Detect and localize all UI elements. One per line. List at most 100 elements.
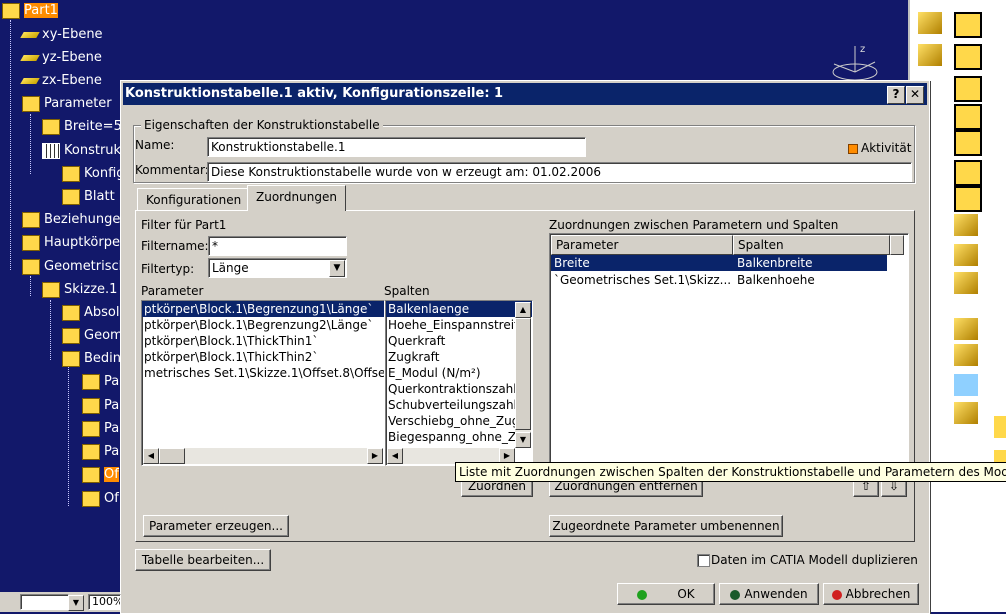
tree-item-geometric-set[interactable]: Geometrisch: [22, 257, 127, 277]
parameter-icon: [22, 95, 40, 112]
cancel-button[interactable]: Abbrechen: [823, 583, 919, 605]
split-icon[interactable]: [954, 374, 978, 396]
tree-item-sheet[interactable]: Blatt .: [62, 187, 123, 207]
tree-item-constraints[interactable]: Bedin: [62, 349, 121, 369]
rib-icon[interactable]: [954, 104, 982, 130]
list-item[interactable]: ptkörper\Block.1\ThickThin1`: [142, 333, 384, 349]
tree-item-breite[interactable]: Breite=5: [42, 117, 122, 137]
active-checkbox[interactable]: [848, 144, 858, 154]
columns-list[interactable]: Balkenlaenge Hoehe_Einspannstreife Querk…: [385, 300, 533, 466]
tree-item-constraint-2[interactable]: Pa: [82, 396, 119, 416]
tree-item-absolute-axis[interactable]: Absol: [62, 303, 119, 323]
viewport-3d[interactable]: z: [130, 0, 908, 81]
filtername-input[interactable]: *: [208, 236, 347, 256]
create-parameters-button[interactable]: Parameter erzeugen...: [143, 515, 289, 537]
constraint-icon: [82, 443, 100, 460]
list-item[interactable]: Hoehe_Einspannstreife: [386, 317, 532, 333]
shaft-icon[interactable]: [918, 44, 942, 66]
table-row[interactable]: `Geometrisches Set.1\Skizz... Balkenhoeh…: [551, 272, 887, 288]
close-button[interactable]: ✕: [906, 86, 924, 104]
tree-item-geometry[interactable]: Geom: [62, 326, 123, 346]
tree-item-config[interactable]: Konfig: [62, 164, 125, 184]
edit-table-button[interactable]: Tabelle bearbeiten...: [135, 549, 271, 571]
scroll-right-icon[interactable]: ▶: [367, 448, 383, 464]
tab-assignments[interactable]: Zuordnungen: [247, 185, 346, 211]
extra-tool-icon[interactable]: [994, 416, 1006, 438]
table-row[interactable]: Breite Balkenbreite: [551, 255, 887, 271]
rename-parameters-button[interactable]: Zugeordnete Parameter umbenennen: [549, 515, 783, 537]
scroll-thumb[interactable]: [159, 448, 185, 464]
duplicate-data-checkbox[interactable]: [697, 554, 710, 567]
assignments-heading: Zuordnungen zwischen Parametern und Spal…: [549, 218, 839, 232]
tree-item-main-body[interactable]: Hauptkörpe: [22, 233, 120, 253]
compass-icon[interactable]: z: [820, 40, 890, 85]
list-item[interactable]: ptkörper\Block.1\Begrenzung2\Länge`: [142, 317, 384, 333]
list-item[interactable]: ptkörper\Block.1\ThickThin2`: [142, 349, 384, 365]
tree-item-part1[interactable]: Part1: [2, 1, 58, 21]
list-item[interactable]: Zugkraft: [386, 349, 532, 365]
tree-item-sketch[interactable]: Skizze.1: [42, 280, 117, 300]
tree-item-xy-plane[interactable]: xy-Ebene: [20, 25, 103, 45]
comment-field[interactable]: Diese Konstruktionstabelle wurde von w e…: [207, 162, 912, 182]
scroll-down-icon[interactable]: ▼: [515, 432, 531, 448]
column-header-columns[interactable]: Spalten: [733, 235, 890, 255]
stiffener-icon[interactable]: [954, 160, 982, 186]
tree-item-constraint-1[interactable]: Pa: [82, 372, 119, 392]
list-item[interactable]: Verschiebg_ohne_Zug: [386, 413, 532, 429]
tree-item-design-table[interactable]: Konstruk: [42, 141, 121, 161]
layer-select[interactable]: [20, 594, 69, 610]
list-item[interactable]: ptkörper\Block.1\Begrenzung1\Länge`: [142, 301, 384, 317]
apply-button[interactable]: Anwenden: [719, 583, 819, 605]
dialog-titlebar[interactable]: Konstruktionstabelle.1 aktiv, Konfigurat…: [123, 83, 927, 105]
fillet-icon[interactable]: [954, 214, 978, 236]
zoom-field[interactable]: 100%: [88, 594, 121, 610]
scroll-left-icon[interactable]: ◀: [143, 448, 159, 464]
parameter-list[interactable]: ptkörper\Block.1\Begrenzung1\Länge` ptkö…: [141, 300, 385, 466]
tree-item-constraint-3[interactable]: Pa: [82, 419, 119, 439]
scroll-up-icon[interactable]: ▲: [515, 302, 531, 318]
chamfer-icon[interactable]: [954, 244, 978, 266]
parameter-list-hscrollbar[interactable]: ◀ ▶: [143, 448, 383, 464]
list-item[interactable]: Querkraft: [386, 333, 532, 349]
tree-item-relations[interactable]: Beziehungen: [22, 210, 129, 230]
specification-tree: Part1 xy-Ebene yz-Ebene zx-Ebene Paramet…: [0, 0, 130, 612]
axis-icon: [62, 304, 80, 321]
scroll-thumb[interactable]: [515, 318, 531, 430]
loft-icon[interactable]: [954, 186, 982, 212]
hole-icon[interactable]: [954, 76, 982, 102]
tree-item-yz-plane[interactable]: yz-Ebene: [20, 48, 102, 68]
scroll-left-icon[interactable]: ◀: [387, 448, 403, 464]
thickness-icon[interactable]: [954, 344, 978, 366]
list-item[interactable]: Biegespanng_ohne_Zu: [386, 429, 532, 445]
list-item[interactable]: metrisches Set.1\Skizze.1\Offset.8\Offse…: [142, 365, 384, 381]
tree-item-constraint-4[interactable]: Pa: [82, 442, 119, 462]
help-button[interactable]: ?: [887, 86, 905, 104]
columns-list-vscrollbar[interactable]: ▲ ▼: [515, 302, 531, 448]
assignments-list[interactable]: Parameter Spalten Breite Balkenbreite `G…: [549, 233, 909, 473]
tree-item-parameter[interactable]: Parameter: [22, 94, 112, 114]
pocket-icon[interactable]: [954, 12, 982, 38]
pad-icon[interactable]: [918, 12, 942, 34]
tree-item-offset-1[interactable]: Of: [82, 465, 119, 485]
slot-icon[interactable]: [954, 130, 982, 156]
tab-configurations[interactable]: Konfigurationen: [137, 188, 251, 211]
thread-icon[interactable]: [954, 402, 978, 424]
tree-item-zx-plane[interactable]: zx-Ebene: [20, 71, 102, 91]
constraint-icon: [62, 350, 80, 367]
draft-icon[interactable]: [954, 272, 978, 294]
layer-dropdown-arrow-icon[interactable]: ▼: [68, 595, 84, 611]
column-header-parameter[interactable]: Parameter: [551, 235, 733, 255]
sheet-icon: [62, 188, 80, 205]
shell-icon[interactable]: [954, 318, 978, 340]
list-item[interactable]: Balkenlaenge: [386, 301, 532, 317]
list-item[interactable]: Querkontraktionszahl: [386, 381, 532, 397]
tree-item-offset-2[interactable]: Of: [82, 489, 119, 509]
ok-button[interactable]: OK: [617, 583, 715, 605]
plane-icon: [20, 54, 40, 61]
list-item[interactable]: E_Modul (N/m²): [386, 365, 532, 381]
name-field[interactable]: Konstruktionstabelle.1: [207, 137, 586, 157]
list-item[interactable]: Schubverteilungszahl_: [386, 397, 532, 413]
filtertype-dropdown-arrow-icon[interactable]: ▼: [329, 260, 345, 277]
filtertype-select[interactable]: Länge: [208, 258, 347, 278]
groove-icon[interactable]: [954, 44, 982, 70]
